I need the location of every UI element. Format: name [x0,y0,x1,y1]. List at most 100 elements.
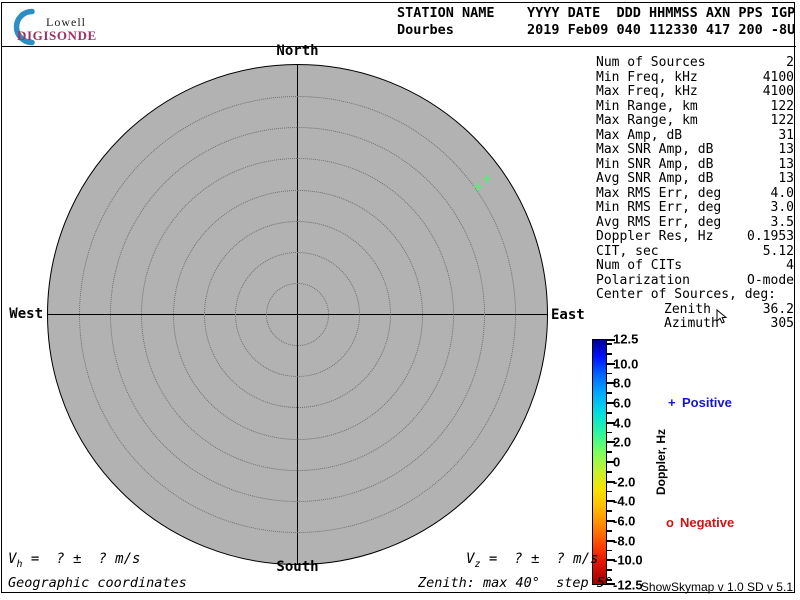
compass-label-north: North [276,43,319,59]
stat-value: 36.2 [762,301,794,317]
stat-row: Azimuth 305 [596,316,794,332]
colorbar-tick-label: 8.0 [613,375,632,391]
colorbar-tick-label: -12.5 [613,577,643,593]
stat-row: Max Amp, dB 31 [596,127,794,144]
source-marker-2: + [473,176,483,195]
stat-row: Max Range, km 122 [596,113,794,129]
colorbar-minor-tick [607,471,612,473]
header-divider [1,46,796,47]
colorbar-tick-label: 10.0 [613,356,639,372]
stat-label: Doppler Res, Hz [596,229,714,244]
coordinates-note: Geographic coordinates [8,575,187,591]
logo-digisonde-text: DIGISONDE [17,28,97,43]
stat-value: 3.5 [770,214,794,230]
stat-row: Max Freq, kHz 4100 [596,84,794,100]
stat-label: Num of CITs [596,258,683,273]
header-values-row: Dourbes 2019 Feb09 040 112330 417 200 -8… [397,21,796,38]
stat-label: Zenith [664,301,711,317]
colorbar-axis-label: Doppler, Hz [654,429,668,496]
stat-value: 4100 [762,69,794,85]
header-table: STATION NAME YYYY DATE DDD HHMMSS AXN PP… [397,5,795,38]
stat-label: Max Amp, dB [596,127,683,143]
vz-readout: Vz = ? ± ? m/s [466,551,598,570]
stat-value: 31 [778,127,794,143]
stat-label: Min Freq, kHz [596,69,698,85]
compass-label-east: East [551,307,585,323]
stat-row: Max SNR Amp, dB 13 [596,142,794,158]
version-label: ShowSkymap v 1.0 SD v 5.1 [640,580,793,594]
stat-value: 4 [786,258,794,273]
header-columns-row: STATION NAME YYYY DATE DDD HHMMSS AXN PP… [397,5,796,21]
zenith-ring-35deg [78,95,517,534]
colorbar-tick-label: 2.0 [613,434,632,450]
stat-row: Avg SNR Amp, dB 13 [596,171,794,187]
stat-row: Max RMS Err, deg 4.0 [596,185,794,202]
colorbar-tick-label: -2.0 [613,474,636,490]
stat-label: Min SNR Amp, dB [596,156,714,172]
mouse-cursor-icon [716,309,728,324]
colorbar-tick-label: -4.0 [613,493,636,509]
colorbar-minor-tick [607,412,612,414]
stat-row: Avg RMS Err, deg 3.5 [596,214,794,231]
stat-row: Min SNR Amp, dB 13 [596,156,794,173]
plus-marker-icon: + [668,395,676,410]
stat-value: 4100 [762,84,794,99]
stat-value: 305 [770,316,794,331]
legend-negative-label: Negative [680,515,735,530]
colorbar-tick-label: -8.0 [613,533,636,549]
vh-readout: Vh = ? ± ? m/s [8,551,140,570]
stat-label: Avg SNR Amp, dB [596,171,714,186]
stat-label: Avg RMS Err, deg [596,214,722,230]
stat-value: 4.0 [770,185,794,201]
stat-row: Doppler Res, Hz 0.1953 [596,229,794,245]
stat-row: Min RMS Err, deg 3.0 [596,200,794,216]
legend-negative: o Negative [666,515,734,530]
colorbar-tick-label: -6.0 [613,513,636,529]
stat-value: 0.1953 [747,229,794,244]
stat-value: 122 [770,113,794,128]
stat-row: Zenith 36.2 [596,301,794,318]
stat-row: Polarization O-mode [596,272,794,289]
colorbar-minor-tick [607,392,612,394]
colorbar-tick-label: 12.5 [613,331,639,347]
showskymap-window: Lowell DIGISONDE STATION NAME YYYY DATE … [0,0,800,600]
stat-label: Max Freq, kHz [596,84,698,99]
colorbar-minor-tick [607,490,612,493]
stat-label: Min Range, km [596,98,698,114]
stat-row: CIT, sec 5.12 [596,243,794,260]
stat-label: Max RMS Err, deg [596,185,722,201]
stat-value: 3.0 [770,200,794,215]
stat-label: Max SNR Amp, dB [596,142,714,157]
stat-row: Num of CITs 4 [596,258,794,274]
colorbar-tick-label: 0 [613,454,621,470]
stat-label: Azimuth [664,316,719,331]
stat-value: 122 [770,98,794,114]
colorbar-minor-tick [607,549,612,552]
legend-positive-label: Positive [682,395,732,410]
colorbar-tick-label: 4.0 [613,415,632,431]
stat-label: CIT, sec [596,243,659,259]
stat-row: Num of Sources 2 [596,55,794,71]
stat-value: 13 [778,142,794,157]
stat-value: O-mode [747,272,794,288]
doppler-colorbar: 12.5 10.0 8.0 6.0 4.0 2.0 0 -2.0 -4.0 -6.0 -8.0 -10… [592,332,792,593]
stat-label: Num of Sources [596,55,706,70]
stat-row: Min Freq, kHz 4100 [596,69,794,86]
vz-value: = ? ± ? m/s [480,551,599,567]
compass-label-south: South [276,559,319,575]
stat-value: 2 [786,55,794,70]
colorbar-tick-label: -10.0 [613,552,643,568]
legend-positive: + Positive [668,395,732,410]
colorbar-minor-tick [607,431,612,434]
stat-label: Min RMS Err, deg [596,200,722,215]
vh-value: = ? ± ? m/s [22,551,141,567]
colorbar-minor-tick [607,372,612,375]
colorbar-tick-label: 6.0 [613,395,632,411]
colorbar-minor-tick [607,569,612,571]
colorbar-minor-tick [607,353,612,355]
stats-panel: Num of Sources 2 Min Freq, kHz 4100 Max Freq… [596,55,794,332]
stat-value: 13 [778,156,794,172]
zenith-range-note: Zenith: max 40° step 5° [418,575,614,591]
compass-label-west: West [9,306,43,322]
source-marker-1: + [482,169,492,188]
